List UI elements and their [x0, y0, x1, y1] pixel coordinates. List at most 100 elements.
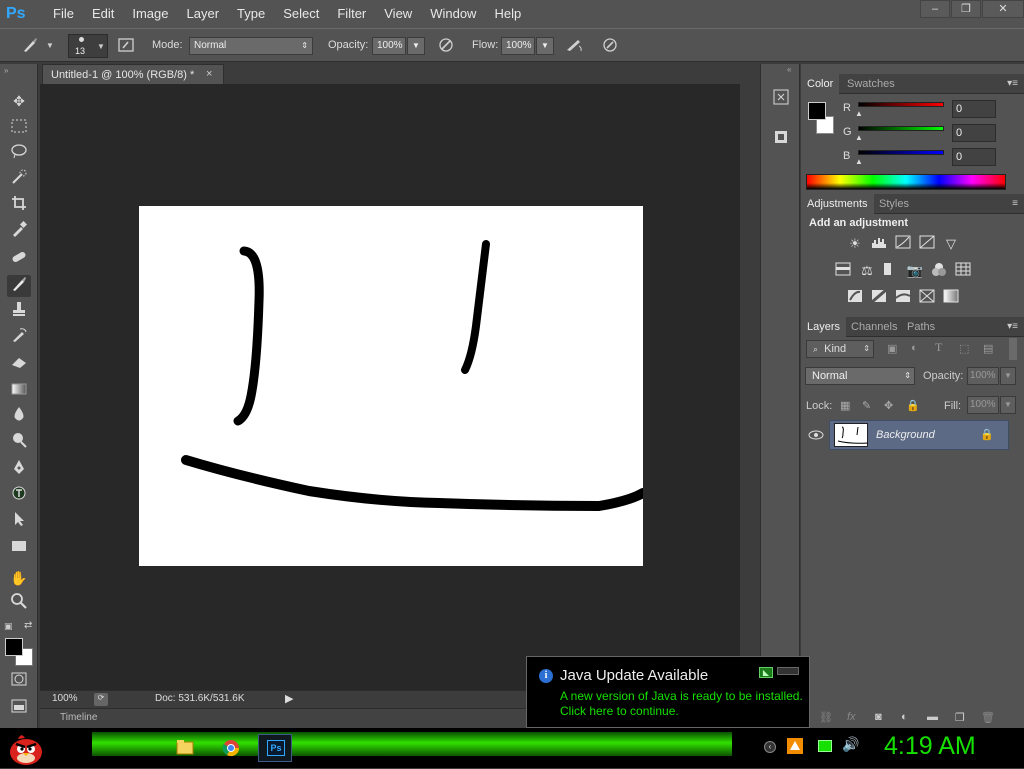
close-button[interactable]: ✕ — [982, 0, 1024, 18]
menu-layer[interactable]: Layer — [178, 0, 229, 28]
filter-smart-object-icon[interactable]: ▤ — [983, 342, 993, 355]
quick-mask-icon[interactable] — [7, 670, 31, 692]
default-colors-icon[interactable]: ▣ — [4, 621, 13, 632]
lock-all-icon[interactable]: 🔒 — [906, 399, 920, 412]
flow-field[interactable]: 100% — [501, 37, 535, 55]
panel-menu-icon[interactable]: ≡ — [1012, 194, 1018, 214]
layer-row-background[interactable]: Background 🔒 — [829, 420, 1009, 450]
tab-adjustments[interactable]: Adjustments — [801, 194, 874, 214]
notification-line2[interactable]: Click here to continue. — [560, 704, 679, 718]
screen-mode-icon[interactable] — [7, 697, 31, 719]
show-hidden-icons-icon[interactable]: ‹ — [764, 741, 776, 753]
menu-filter[interactable]: Filter — [328, 0, 375, 28]
explorer-taskbar-icon[interactable] — [176, 739, 194, 755]
photo-filter-icon[interactable]: 📷 — [906, 262, 924, 280]
new-group-icon[interactable]: ▬ — [927, 711, 938, 723]
menu-image[interactable]: Image — [123, 0, 177, 28]
layer-style-fx-icon[interactable]: fx — [847, 711, 856, 723]
brush-size-picker[interactable]: 13 ▼ — [68, 34, 108, 58]
lock-position-icon[interactable]: ✥ — [884, 399, 893, 412]
menu-type[interactable]: Type — [228, 0, 274, 28]
panel-menu-icon[interactable]: ▾≡ — [1007, 74, 1018, 94]
chevron-down-icon[interactable]: ▼ — [44, 36, 56, 56]
gradient-tool-icon[interactable] — [7, 380, 31, 402]
tab-channels[interactable]: Channels — [845, 317, 903, 337]
color-lookup-icon[interactable] — [954, 262, 972, 280]
zoom-tool-icon[interactable] — [7, 593, 31, 615]
taskbar-clock[interactable]: 4:19 AM — [884, 732, 976, 761]
close-icon[interactable]: × — [206, 64, 212, 84]
menu-file[interactable]: File — [44, 0, 83, 28]
green-value-field[interactable]: 0 — [952, 124, 996, 142]
filter-shape-icon[interactable]: ⬚ — [959, 342, 969, 355]
fill-field[interactable]: 100% — [967, 396, 999, 414]
green-slider-thumb-icon[interactable]: ▲ — [855, 133, 863, 142]
tab-color[interactable]: Color — [801, 74, 840, 94]
pressure-opacity-icon[interactable] — [436, 36, 456, 56]
eraser-tool-icon[interactable] — [7, 353, 31, 375]
hue-saturation-icon[interactable] — [834, 262, 852, 280]
clone-stamp-tool-icon[interactable] — [7, 301, 31, 323]
notification-close-button[interactable] — [777, 667, 799, 675]
pressure-size-icon[interactable] — [600, 36, 620, 56]
filter-adjustment-icon[interactable]: ◐ — [911, 342, 918, 354]
red-slider-thumb-icon[interactable]: ▲ — [855, 109, 863, 118]
marquee-tool-icon[interactable] — [7, 117, 31, 139]
swap-colors-icon[interactable]: ⇄ — [24, 620, 32, 631]
photoshop-taskbar-button[interactable]: Ps — [258, 734, 292, 762]
menu-edit[interactable]: Edit — [83, 0, 123, 28]
layer-opacity-field[interactable]: 100% — [967, 367, 999, 385]
type-tool-icon[interactable] — [7, 485, 31, 507]
tab-paths[interactable]: Paths — [901, 317, 941, 337]
menu-view[interactable]: View — [375, 0, 421, 28]
blend-mode-select[interactable]: Normal ⇕ — [805, 367, 915, 385]
red-value-field[interactable]: 0 — [952, 100, 996, 118]
posterize-icon[interactable] — [870, 288, 888, 307]
layer-filter-kind-select[interactable]: ⌕ Kind ⇕ — [806, 340, 874, 358]
airbrush-icon[interactable] — [564, 36, 584, 56]
black-white-icon[interactable] — [882, 262, 900, 280]
rectangle-tool-icon[interactable] — [7, 537, 31, 559]
healing-brush-tool-icon[interactable] — [7, 248, 31, 270]
eye-icon[interactable] — [808, 429, 824, 441]
tab-layers[interactable]: Layers — [801, 317, 847, 337]
fill-chevron-icon[interactable]: ▼ — [1000, 396, 1016, 414]
menu-select[interactable]: Select — [274, 0, 328, 28]
lasso-tool-icon[interactable] — [7, 143, 31, 165]
vibrance-icon[interactable]: ▽ — [942, 235, 960, 253]
menu-help[interactable]: Help — [485, 0, 530, 28]
brush-panel-toggle-icon[interactable] — [116, 36, 136, 56]
network-tray-icon[interactable] — [818, 740, 832, 752]
notification-line1[interactable]: A new version of Java is ready to be ins… — [560, 689, 803, 703]
move-tool-icon[interactable]: ✥ — [7, 90, 31, 112]
history-panel-icon[interactable] — [770, 88, 792, 110]
volume-tray-icon[interactable]: 🔊 — [842, 736, 859, 753]
mode-select[interactable]: Normal ⇕ — [189, 37, 313, 55]
lock-transparent-icon[interactable]: ▦ — [840, 399, 850, 412]
start-button[interactable] — [6, 730, 46, 766]
minimize-button[interactable]: – — [920, 0, 950, 18]
quick-selection-tool-icon[interactable] — [7, 169, 31, 191]
history-brush-tool-icon[interactable] — [7, 327, 31, 349]
panel-menu-icon[interactable]: ▾≡ — [1007, 317, 1018, 337]
invert-icon[interactable] — [846, 289, 864, 307]
share-icon[interactable]: ⟳ — [94, 693, 108, 706]
chrome-taskbar-icon[interactable] — [222, 739, 240, 757]
exposure-icon[interactable] — [918, 235, 936, 253]
threshold-icon[interactable] — [894, 289, 912, 307]
brush-tool-icon[interactable] — [7, 275, 31, 297]
filter-toggle-switch[interactable] — [1009, 338, 1017, 360]
foreground-color-swatch[interactable] — [5, 638, 23, 656]
link-layers-icon[interactable]: ⛓ — [819, 711, 833, 724]
java-tray-update-icon[interactable] — [787, 738, 803, 754]
new-layer-icon[interactable]: ❐ — [955, 711, 965, 724]
dodge-tool-icon[interactable] — [7, 432, 31, 454]
blue-value-field[interactable]: 0 — [952, 148, 996, 166]
color-balance-icon[interactable]: ⚖ — [858, 262, 876, 280]
hand-tool-icon[interactable]: ✋ — [7, 567, 31, 589]
layer-name[interactable]: Background — [876, 429, 935, 441]
opacity-field[interactable]: 100% — [372, 37, 406, 55]
path-selection-tool-icon[interactable] — [7, 511, 31, 533]
restore-button[interactable]: ❐ — [951, 0, 981, 18]
properties-panel-icon[interactable] — [770, 128, 792, 150]
